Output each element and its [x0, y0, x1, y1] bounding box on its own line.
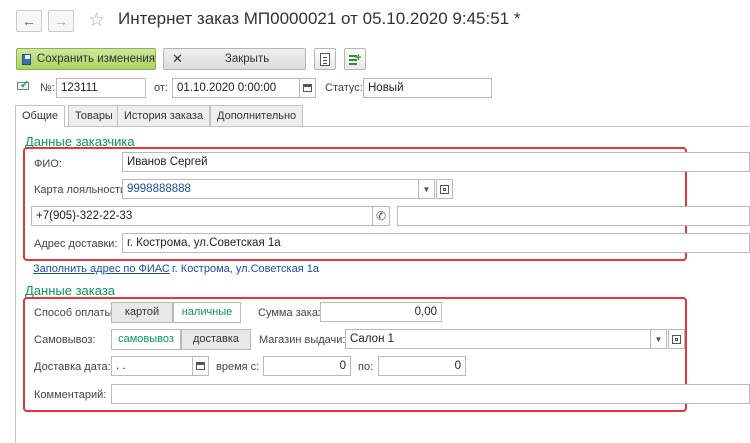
add-structure-icon: + — [348, 52, 362, 66]
number-field[interactable]: 123111 — [56, 78, 146, 98]
order-section-title: Данные заказа — [25, 283, 116, 298]
close-label: Закрыть — [224, 53, 270, 65]
posted-check-icon: ✓ — [17, 79, 31, 91]
pickup-label: Самовывоз: — [34, 334, 96, 346]
pickup-option-delivery[interactable]: доставка — [181, 329, 251, 350]
status-field[interactable]: Новый — [363, 78, 492, 98]
payment-method-label: Способ оплаты: — [34, 307, 116, 319]
loyalty-card-open-button[interactable] — [436, 179, 453, 199]
save-changes-button[interactable]: Сохранить изменения — [16, 48, 156, 70]
tab-general[interactable]: Общие — [15, 105, 66, 127]
arrow-left-icon: ← — [22, 13, 36, 29]
delivery-address-field[interactable]: г. Кострома, ул.Советская 1а — [122, 233, 750, 253]
calendar-icon — [196, 362, 205, 370]
time-to-label: по: — [358, 361, 374, 373]
loyalty-card-dropdown-button[interactable]: ▼ — [418, 179, 435, 199]
time-from-label: время с: — [216, 361, 260, 373]
document-report-button[interactable] — [314, 48, 336, 70]
arrow-right-icon: → — [54, 13, 68, 29]
open-link-icon — [440, 184, 449, 194]
favorite-star-icon[interactable]: ☆ — [88, 9, 105, 32]
pickup-store-label: Магазин выдачи: — [259, 334, 346, 346]
add-related-button[interactable]: + — [344, 48, 366, 70]
status-label: Статус: — [325, 82, 363, 94]
calendar-icon — [303, 84, 312, 92]
pickup-option-self[interactable]: самовывоз — [111, 329, 181, 350]
loyalty-card-label: Карта лояльности: — [34, 184, 130, 196]
comment-field[interactable] — [111, 384, 750, 404]
payment-option-card[interactable]: картой — [111, 302, 173, 323]
comment-label: Комментарий: — [34, 389, 107, 401]
delivery-address-label: Адрес доставки: — [34, 238, 118, 250]
time-from-field[interactable]: 0 — [263, 356, 351, 376]
open-link-icon — [672, 334, 681, 344]
loyalty-card-field[interactable]: 9998888888 — [122, 179, 419, 199]
email-field[interactable] — [397, 206, 750, 226]
delivery-calendar-button[interactable] — [192, 356, 209, 376]
store-dropdown-button[interactable]: ▼ — [650, 329, 667, 349]
date-field[interactable]: 01.10.2020 0:00:00 — [172, 78, 300, 98]
order-sum-field[interactable]: 0,00 — [320, 302, 442, 322]
forward-button[interactable]: → — [48, 10, 74, 32]
delivery-date-label: Доставка дата: — [34, 361, 111, 373]
document-icon — [320, 52, 330, 66]
fio-field[interactable]: Иванов Сергей — [122, 152, 750, 172]
payment-option-cash[interactable]: наличные — [173, 302, 241, 323]
fias-address-value: г. Кострома, ул.Советская 1а — [172, 263, 319, 275]
dropdown-arrow-icon: ▼ — [654, 334, 663, 344]
page-title: Интернет заказ МП0000021 от 05.10.2020 9… — [118, 9, 521, 28]
dropdown-arrow-icon: ▼ — [422, 184, 431, 194]
calendar-button[interactable] — [299, 78, 316, 98]
phone-icon: ✆ — [375, 209, 387, 223]
phone-field[interactable]: +7(905)-322-22-33 — [31, 206, 374, 226]
number-label: №: — [40, 82, 55, 94]
fio-label: ФИО: — [34, 158, 62, 170]
save-changes-label: Сохранить изменения — [36, 53, 155, 65]
close-button[interactable]: ✕ Закрыть — [163, 48, 306, 70]
tab-goods[interactable]: Товары — [68, 105, 120, 126]
delivery-date-field[interactable]: . . — [111, 356, 193, 376]
fill-address-fias-link[interactable]: Заполнить адрес по ФИАС — [33, 263, 170, 275]
time-to-field[interactable]: 0 — [378, 356, 466, 376]
tab-additional[interactable]: Дополнительно — [210, 105, 304, 126]
tab-order-history[interactable]: История заказа — [117, 105, 211, 126]
store-open-button[interactable] — [668, 329, 685, 349]
date-label: от: — [154, 82, 168, 94]
close-icon: ✕ — [172, 51, 183, 66]
back-button[interactable]: ← — [16, 10, 42, 32]
floppy-disk-icon — [22, 53, 31, 65]
call-button[interactable]: ✆ — [372, 206, 390, 226]
pickup-store-field[interactable]: Салон 1 — [345, 329, 651, 349]
